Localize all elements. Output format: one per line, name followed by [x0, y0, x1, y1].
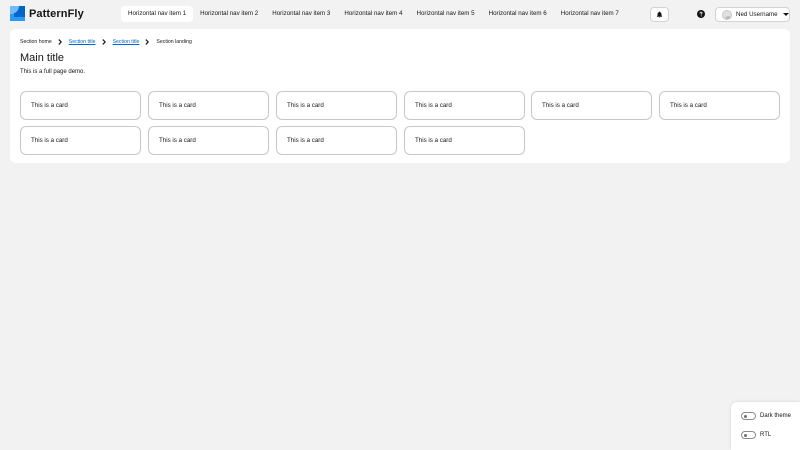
card[interactable]: This is a card: [148, 126, 269, 155]
card[interactable]: This is a card: [276, 126, 397, 155]
dark-theme-label: Dark theme: [760, 413, 792, 419]
nav-item-4[interactable]: Horizontal nav item 4: [337, 6, 409, 22]
notifications-button[interactable]: [650, 7, 669, 22]
rtl-toggle-row: RTL: [741, 431, 771, 439]
card[interactable]: This is a card: [659, 91, 780, 120]
nav-item-2[interactable]: Horizontal nav item 2: [193, 6, 265, 22]
main-panel: Section home Section title Section title…: [10, 29, 790, 163]
user-menu-toggle[interactable]: Ned Username: [715, 7, 790, 22]
card[interactable]: This is a card: [531, 91, 652, 120]
breadcrumb-item-3[interactable]: Section title: [113, 39, 140, 45]
dark-theme-toggle-row: Dark theme: [741, 412, 791, 420]
angle-right-icon: [58, 39, 62, 45]
caret-down-icon: [782, 13, 789, 16]
nav-item-1[interactable]: Horizontal nav item 1: [121, 6, 194, 22]
bell-icon: [656, 11, 663, 18]
breadcrumb-item-4: Section landing: [156, 39, 192, 45]
page-description: This is a full page demo.: [20, 69, 86, 75]
brand-logo[interactable]: PatternFly: [10, 6, 84, 21]
user-name: Ned Username: [736, 11, 778, 18]
masthead: PatternFly Horizontal nav item 1 Horizon…: [0, 0, 800, 29]
breadcrumb: Section home Section title Section title…: [20, 38, 192, 46]
card[interactable]: This is a card: [20, 126, 141, 155]
nav-item-7[interactable]: Horizontal nav item 7: [554, 6, 626, 22]
angle-right-icon: [145, 39, 150, 45]
dark-theme-switch[interactable]: [741, 412, 756, 420]
breadcrumb-item-1: Section home: [20, 39, 52, 45]
avatar: [722, 9, 732, 20]
theme-toggle-panel: Dark theme RTL: [731, 402, 800, 450]
card[interactable]: This is a card: [404, 126, 525, 155]
nav-item-6[interactable]: Horizontal nav item 6: [482, 6, 554, 22]
horizontal-nav: Horizontal nav item 1 Horizontal nav ite…: [121, 6, 626, 22]
nav-item-5[interactable]: Horizontal nav item 5: [410, 6, 482, 22]
card[interactable]: This is a card: [148, 91, 269, 120]
page-title: Main title: [20, 52, 65, 64]
card[interactable]: This is a card: [276, 91, 397, 120]
patternfly-logo-icon: [10, 6, 25, 21]
rtl-switch[interactable]: [741, 431, 756, 439]
card[interactable]: This is a card: [404, 91, 525, 120]
question-circle-icon[interactable]: [697, 10, 705, 18]
rtl-label: RTL: [760, 432, 772, 438]
card[interactable]: This is a card: [20, 91, 141, 120]
angle-right-icon: [101, 39, 106, 45]
brand-name: PatternFly: [29, 7, 84, 20]
breadcrumb-item-2[interactable]: Section title: [69, 39, 96, 45]
nav-item-3[interactable]: Horizontal nav item 3: [265, 6, 337, 22]
